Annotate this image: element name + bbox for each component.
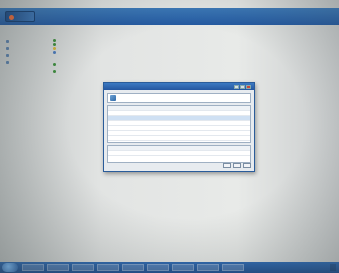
taskbar-items bbox=[22, 264, 244, 271]
nav-item[interactable] bbox=[6, 40, 38, 43]
section-line[interactable] bbox=[53, 70, 278, 73]
nav-item-icon bbox=[6, 40, 9, 43]
nav-item[interactable] bbox=[6, 54, 38, 57]
window-controls bbox=[234, 84, 251, 89]
close-button[interactable] bbox=[243, 163, 251, 168]
taskbar-item[interactable] bbox=[22, 264, 44, 271]
desktop-screen bbox=[0, 0, 339, 273]
taskbar-item[interactable] bbox=[147, 264, 169, 271]
section-line[interactable] bbox=[53, 63, 278, 66]
nav-item-icon bbox=[6, 61, 9, 64]
taskbar-item[interactable] bbox=[172, 264, 194, 271]
maximize-icon[interactable] bbox=[240, 84, 245, 89]
nav-item-icon bbox=[6, 47, 9, 50]
logo-mark-icon bbox=[9, 15, 14, 20]
close-icon[interactable] bbox=[246, 84, 251, 89]
content-section bbox=[48, 38, 278, 54]
nav-item-icon bbox=[6, 54, 9, 57]
taskbar-item[interactable] bbox=[197, 264, 219, 271]
taskbar-item[interactable] bbox=[72, 264, 94, 271]
status-grid bbox=[107, 105, 251, 143]
detail-list bbox=[107, 145, 251, 163]
minimize-icon[interactable] bbox=[234, 84, 239, 89]
system-tray[interactable] bbox=[330, 264, 336, 271]
section-line[interactable] bbox=[53, 39, 278, 42]
taskbar-item[interactable] bbox=[122, 264, 144, 271]
section-line[interactable] bbox=[53, 51, 278, 54]
status-ok-icon bbox=[53, 70, 56, 73]
table-row[interactable] bbox=[108, 136, 250, 141]
taskbar-item[interactable] bbox=[222, 264, 244, 271]
taskbar-item[interactable] bbox=[97, 264, 119, 271]
status-ok-icon bbox=[53, 39, 56, 42]
back-button[interactable] bbox=[223, 163, 231, 168]
start-button[interactable] bbox=[2, 263, 18, 272]
dialog-window bbox=[103, 82, 255, 172]
app-header-bar bbox=[0, 8, 339, 25]
nav-item[interactable] bbox=[6, 47, 38, 50]
section-line[interactable] bbox=[53, 43, 278, 46]
content-section bbox=[48, 69, 278, 73]
brand-logo[interactable] bbox=[5, 11, 35, 22]
left-nav bbox=[6, 40, 38, 80]
dialog-titlebar[interactable] bbox=[104, 83, 254, 90]
content-section bbox=[48, 62, 278, 66]
status-ok-icon bbox=[53, 63, 56, 66]
next-button[interactable] bbox=[233, 163, 241, 168]
dialog-header-panel bbox=[107, 93, 251, 103]
list-item[interactable] bbox=[108, 151, 250, 156]
status-info-icon bbox=[53, 51, 56, 54]
section-line[interactable] bbox=[53, 47, 278, 50]
status-ok-icon bbox=[53, 43, 56, 46]
taskbar-item[interactable] bbox=[47, 264, 69, 271]
dialog-footer bbox=[223, 163, 251, 168]
nav-item[interactable] bbox=[6, 61, 38, 64]
computer-icon bbox=[110, 95, 116, 101]
status-warning-icon bbox=[53, 47, 56, 50]
taskbar bbox=[0, 262, 339, 273]
